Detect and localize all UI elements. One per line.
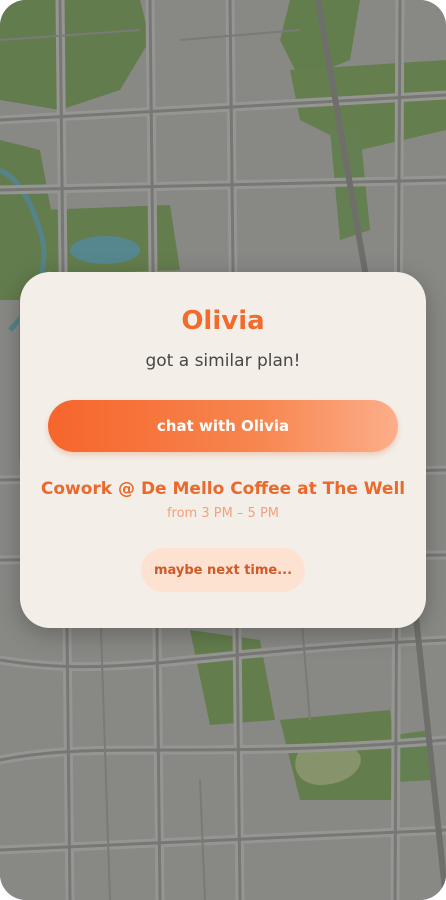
- app-screen: Olivia got a similar plan! chat with Oli…: [0, 0, 446, 900]
- maybe-next-time-button[interactable]: maybe next time...: [141, 548, 305, 592]
- match-subtitle: got a similar plan!: [145, 351, 301, 371]
- chat-button[interactable]: chat with Olivia: [48, 400, 398, 452]
- match-card: Olivia got a similar plan! chat with Oli…: [20, 272, 426, 628]
- match-name: Olivia: [181, 306, 265, 336]
- event-title: Cowork @ De Mello Coffee at The Well: [40, 479, 406, 499]
- event-time: from 3 PM – 5 PM: [166, 506, 280, 521]
